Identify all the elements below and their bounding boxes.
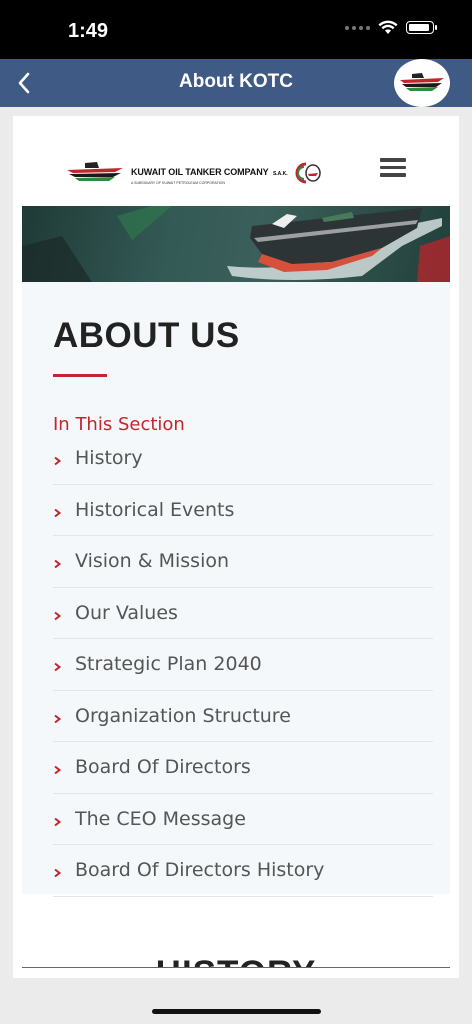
status-time: 1:49 (68, 20, 109, 42)
title-underline (53, 374, 107, 377)
hero-banner-image (22, 206, 450, 282)
section-item-label: The CEO Message (75, 807, 246, 830)
section-item-board-of-directors[interactable]: Board Of Directors (53, 742, 433, 794)
chevron-right-icon (53, 759, 75, 775)
content-card: KUWAIT OIL TANKER COMPANY S.A.K. A SUBSI… (13, 116, 459, 978)
about-us-panel: ABOUT US In This Section History Histori… (22, 282, 450, 897)
section-item-historical-events[interactable]: Historical Events (53, 485, 433, 536)
section-item-organization-structure[interactable]: Organization Structure (53, 691, 433, 742)
about-us-title: ABOUT US (53, 316, 240, 355)
section-item-label: Vision & Mission (75, 550, 230, 573)
wifi-icon (378, 20, 398, 34)
section-item-our-values[interactable]: Our Values (53, 588, 433, 639)
chevron-right-icon (53, 862, 75, 878)
kotc-ship-logo-icon (67, 162, 123, 181)
cellular-signal-icon (345, 25, 370, 30)
history-heading: HISTORY (13, 954, 459, 967)
section-item-label: Board Of Directors (75, 756, 251, 779)
kotc-logo-button[interactable] (394, 59, 450, 107)
kotc-ship-logo-icon (400, 73, 444, 91)
chevron-right-icon (53, 553, 75, 569)
hamburger-menu-button[interactable] (380, 158, 406, 180)
chevron-right-icon (53, 811, 75, 827)
section-item-label: Our Values (75, 601, 178, 624)
in-this-section-label: In This Section (53, 414, 185, 435)
nav-bar: About KOTC (0, 59, 472, 107)
status-icons (345, 20, 437, 35)
status-bar: 1:49 (0, 0, 472, 59)
section-item-label: Board Of Directors History (75, 859, 325, 882)
chevron-right-icon (53, 708, 75, 724)
company-brand[interactable]: KUWAIT OIL TANKER COMPANY S.A.K. A SUBSI… (65, 160, 322, 186)
history-divider (22, 967, 450, 968)
section-item-label: Strategic Plan 2040 (75, 653, 262, 676)
section-item-label: History (75, 447, 143, 470)
section-item-history[interactable]: History (53, 433, 433, 485)
company-suffix: S.A.K. (272, 170, 288, 177)
section-item-label: Historical Events (75, 498, 235, 521)
company-subtitle: A SUBSIDIARY OF KUWAIT PETROLEUM CORPORA… (131, 180, 225, 185)
section-item-ceo-message[interactable]: The CEO Message (53, 794, 433, 845)
chevron-right-icon (53, 502, 75, 518)
section-item-vision-mission[interactable]: Vision & Mission (53, 536, 433, 588)
tanker-ship-image (22, 206, 450, 282)
battery-icon (406, 21, 437, 34)
section-item-strategic-plan[interactable]: Strategic Plan 2040 (53, 639, 433, 691)
site-header: KUWAIT OIL TANKER COMPANY S.A.K. A SUBSI… (13, 116, 459, 206)
chevron-right-icon (53, 605, 75, 621)
chevron-right-icon (53, 450, 75, 466)
brand-text: KUWAIT OIL TANKER COMPANY S.A.K. A SUBSI… (131, 162, 288, 185)
hamburger-menu-icon (380, 158, 406, 162)
home-indicator[interactable] (152, 1009, 321, 1014)
section-item-board-history[interactable]: Board Of Directors History (53, 845, 433, 897)
chevron-right-icon (53, 656, 75, 672)
anniversary-badge-icon (295, 162, 321, 184)
company-name: KUWAIT OIL TANKER COMPANY (131, 166, 269, 177)
section-item-label: Organization Structure (75, 704, 291, 727)
section-list: History Historical Events Vision & Missi… (53, 433, 433, 897)
